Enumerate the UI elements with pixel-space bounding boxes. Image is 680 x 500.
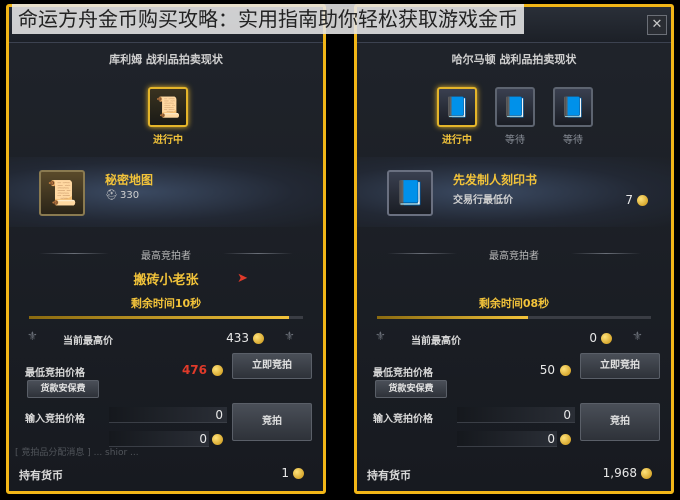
gold-coin-icon xyxy=(212,434,223,445)
engraving-book-icon[interactable]: 📘 xyxy=(553,87,593,127)
highest-bidder-label: 最高竞拍者 xyxy=(141,251,191,262)
time-progress xyxy=(377,316,651,319)
current-price-label: 当前最高价 xyxy=(63,336,113,347)
panel-title: 哈尔马顿 战利品拍卖现状 xyxy=(451,53,577,66)
chat-overlay: [ 竞拍品分配消息 ] ... shior ... xyxy=(15,448,139,458)
item-stat: 330 xyxy=(120,190,140,201)
divider xyxy=(223,253,293,254)
gold-coin-icon xyxy=(253,333,264,344)
time-progress xyxy=(29,316,303,319)
auction-panel-left: 库利姆 战利品拍卖现状 📜 进行中 📜 秘密地图 ⛑ 330 最高竞拍者 搬砖小… xyxy=(6,4,326,494)
input-bid-label: 输入竞拍价格 xyxy=(25,414,85,425)
current-price-label: 当前最高价 xyxy=(411,336,461,347)
min-bid-label: 最低竞拍价格 xyxy=(373,368,433,379)
highest-bidder-label: 最高竞拍者 xyxy=(489,251,539,262)
item-name: 秘密地图 xyxy=(105,173,154,187)
scroll-icon[interactable]: 📜 xyxy=(148,87,188,127)
slot-status: 等待 xyxy=(505,135,525,146)
market-price-value: 7 xyxy=(625,193,633,207)
gold-coin-icon xyxy=(560,365,571,376)
slot-status: 进行中 xyxy=(442,135,472,146)
bid-button[interactable]: 竞拍 xyxy=(580,403,660,441)
held-currency-label: 持有货币 xyxy=(367,469,411,482)
engraving-book-icon: 📘 xyxy=(387,170,433,216)
market-price-label: 交易行最低价 xyxy=(453,195,513,206)
bid-input-value: 0 xyxy=(563,408,571,422)
bid-input-value: 0 xyxy=(215,408,223,422)
instant-bid-button[interactable]: 立即竞拍 xyxy=(580,353,660,379)
bid-total-value: 0 xyxy=(199,432,207,446)
flourish-icon: ⚜ xyxy=(375,329,386,343)
time-progress-fill xyxy=(377,316,528,319)
bid-button[interactable]: 竞拍 xyxy=(232,403,312,441)
close-button[interactable]: ✕ xyxy=(647,15,667,35)
panel-title: 库利姆 战利品拍卖现状 xyxy=(109,53,223,66)
gold-coin-icon xyxy=(637,195,648,206)
auction-panel-right: ✕ 哈尔马顿 战利品拍卖现状 📘 进行中 📘 等待 📘 等待 📘 先发制人刻印书… xyxy=(354,4,674,494)
map-scroll-icon: 📜 xyxy=(39,170,85,216)
bid-total-value: 0 xyxy=(547,432,555,446)
slot-status: 等待 xyxy=(563,135,583,146)
current-price: 433 xyxy=(226,331,249,345)
current-price: 0 xyxy=(589,331,597,345)
held-currency-value: 1 xyxy=(281,466,289,480)
min-bid-value: 50 xyxy=(539,363,555,377)
item-name: 先发制人刻印书 xyxy=(453,173,538,187)
instant-bid-button[interactable]: 立即竞拍 xyxy=(232,353,312,379)
gold-coin-icon xyxy=(601,333,612,344)
time-progress-fill xyxy=(29,316,290,319)
caption-overlay: 命运方舟金币购买攻略：实用指南助你轻松获取游戏金币 xyxy=(12,4,524,34)
helmet-icon: ⛑ xyxy=(105,190,118,201)
escrow-button[interactable]: 货款安保费 xyxy=(27,380,99,398)
flourish-icon: ⚜ xyxy=(27,329,38,343)
min-bid-value: 476 xyxy=(181,363,207,377)
held-currency-value: 1,968 xyxy=(602,466,637,480)
input-bid-label: 输入竞拍价格 xyxy=(373,414,433,425)
gold-coin-icon xyxy=(212,365,223,376)
engraving-book-icon[interactable]: 📘 xyxy=(495,87,535,127)
divider xyxy=(571,253,641,254)
slot-status: 进行中 xyxy=(153,135,183,146)
highest-bidder-name: 搬砖小老张 xyxy=(133,273,199,288)
gold-coin-icon xyxy=(641,468,652,479)
flourish-icon: ⚜ xyxy=(284,329,295,343)
gold-coin-icon xyxy=(560,434,571,445)
engraving-book-icon[interactable]: 📘 xyxy=(437,87,477,127)
escrow-button[interactable]: 货款安保费 xyxy=(375,380,447,398)
held-currency-label: 持有货币 xyxy=(19,469,63,482)
min-bid-label: 最低竞拍价格 xyxy=(25,368,85,379)
flourish-icon: ⚜ xyxy=(632,329,643,343)
cursor-icon: ➤ xyxy=(237,271,248,286)
time-left: 剩余时间08秒 xyxy=(478,297,550,310)
gold-coin-icon xyxy=(293,468,304,479)
time-left: 剩余时间10秒 xyxy=(130,297,202,310)
